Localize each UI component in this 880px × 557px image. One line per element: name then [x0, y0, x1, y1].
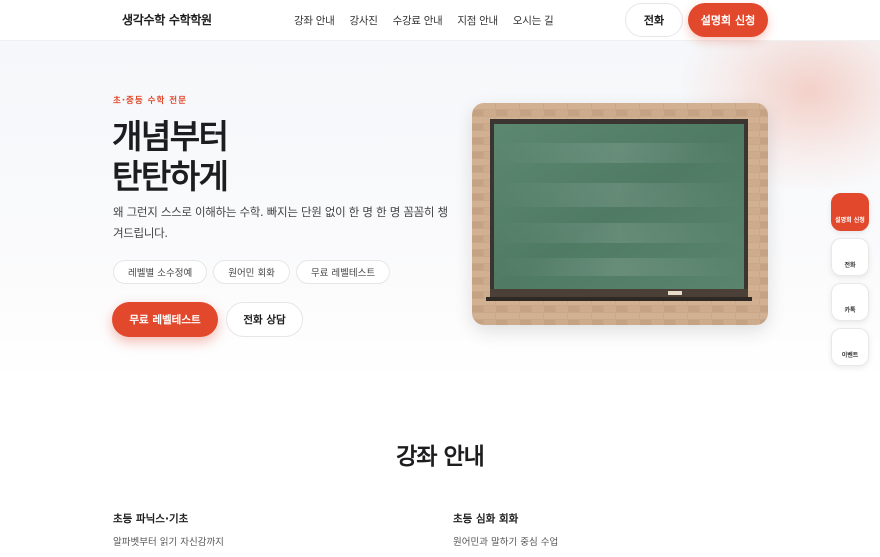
nav-item-directions[interactable]: 오시는 길: [513, 13, 554, 28]
courses-section-title: 강좌 안내: [396, 444, 485, 470]
feature-chips: 레벨별 소수정예 원어민 회화 무료 레벨테스트: [113, 260, 391, 284]
chalkboard-image: [472, 103, 768, 325]
feature-chip: 무료 레벨테스트: [295, 260, 391, 284]
free-level-test-button[interactable]: 무료 레벨테스트: [112, 302, 218, 337]
quick-event-button[interactable]: 이벤트: [831, 328, 869, 366]
phone-consult-button[interactable]: 전화 상담: [226, 302, 303, 337]
main-nav: 강좌 안내 강사진 수강료 안내 지점 안내 오시는 길: [294, 13, 554, 28]
course-description: 원어민과 말하기 중심 수업: [453, 537, 559, 548]
feature-chip: 레벨별 소수정예: [113, 260, 208, 284]
course-card[interactable]: 초등 심화 회화 원어민과 말하기 중심 수업: [453, 511, 768, 557]
hero-eyebrow: 초·중등 수학 전문: [113, 96, 187, 106]
nav-item-branches[interactable]: 지점 안내: [457, 13, 498, 28]
site-header: 생각수학 수학학원 강좌 안내 강사진 수강료 안내 지점 안내 오시는 길 전…: [0, 0, 880, 41]
hero-title-line-1: 개념부터: [112, 117, 229, 156]
course-description: 알파벳부터 읽기 자신감까지: [113, 537, 224, 548]
hero-title-line-2: 탄탄하게: [112, 157, 229, 196]
quick-menu: 설명회 신청 전화 카톡 이벤트: [831, 193, 869, 366]
nav-item-tuition[interactable]: 수강료 안내: [393, 13, 443, 28]
course-name: 초등 파닉스·기초: [113, 513, 189, 525]
site-logo[interactable]: 생각수학 수학학원: [122, 11, 212, 28]
course-card[interactable]: 초등 파닉스·기초 알파벳부터 읽기 자신감까지: [113, 511, 428, 557]
nav-item-teachers[interactable]: 강사진: [349, 13, 377, 28]
quick-kakao-button[interactable]: 카톡: [831, 283, 869, 321]
hero-description: 왜 그런지 스스로 이해하는 수학. 빠지는 단원 없이 한 명 한 명 꼼꼼히…: [113, 205, 448, 240]
call-button[interactable]: 전화: [625, 3, 683, 37]
nav-item-courses[interactable]: 강좌 안내: [294, 13, 335, 28]
feature-chip: 원어민 회화: [213, 260, 290, 284]
course-name: 초등 심화 회화: [453, 513, 519, 525]
chalkboard-illustration: [472, 103, 768, 325]
quick-call-button[interactable]: 전화: [831, 238, 869, 276]
hero-section: 초·중등 수학 전문 개념부터 탄탄하게 왜 그런지 스스로 이해하는 수학. …: [0, 41, 880, 381]
seminar-signup-button[interactable]: 설명회 신청: [688, 3, 768, 37]
hero-title: 개념부터 탄탄하게: [112, 117, 229, 197]
quick-seminar-button[interactable]: 설명회 신청: [831, 193, 869, 231]
